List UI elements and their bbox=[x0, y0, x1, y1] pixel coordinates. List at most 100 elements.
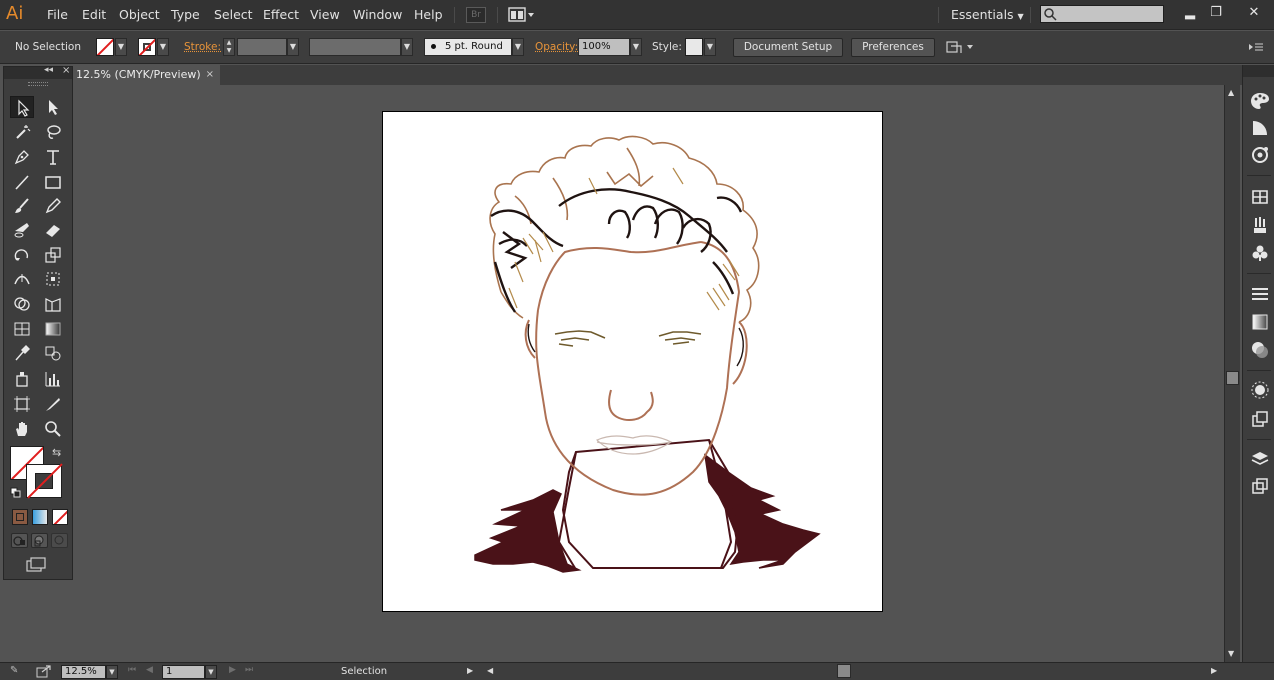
scroll-right-icon[interactable]: ▶ bbox=[1211, 666, 1217, 675]
chevron-down-icon[interactable]: ▼ bbox=[106, 665, 118, 679]
layers-icon[interactable] bbox=[1250, 449, 1270, 469]
chevron-down-icon[interactable]: ▼ bbox=[115, 38, 127, 56]
gradient-panel-icon[interactable] bbox=[1250, 312, 1270, 332]
slice-tool[interactable] bbox=[41, 393, 65, 415]
free-transform-tool[interactable] bbox=[41, 268, 65, 290]
chevron-down-icon[interactable]: ▼ bbox=[157, 38, 169, 56]
stroke-color-swatch[interactable] bbox=[138, 38, 156, 56]
menu-edit[interactable]: Edit bbox=[82, 7, 106, 22]
restore-button[interactable]: ❐ bbox=[1206, 4, 1226, 22]
panel-menu-icon[interactable] bbox=[1248, 41, 1264, 53]
horizontal-scrollbar[interactable]: ◀ ▶ bbox=[484, 664, 1222, 679]
graphic-style-swatch[interactable] bbox=[685, 38, 703, 56]
symbols-icon[interactable] bbox=[1250, 243, 1270, 263]
pencil-tool[interactable] bbox=[41, 195, 65, 217]
arrange-documents-icon[interactable] bbox=[508, 7, 536, 23]
artboard-number-field[interactable]: 1 bbox=[162, 665, 205, 679]
vertical-scroll-thumb[interactable] bbox=[1226, 371, 1239, 385]
selection-tool[interactable] bbox=[10, 96, 34, 118]
chevron-down-icon[interactable]: ▼ bbox=[512, 38, 524, 56]
status-menu-icon[interactable]: ▶ bbox=[467, 666, 473, 675]
menu-view[interactable]: View bbox=[310, 7, 340, 22]
gradient-tool[interactable] bbox=[41, 318, 65, 340]
artboards-panel-icon[interactable] bbox=[1250, 476, 1270, 496]
menu-help[interactable]: Help bbox=[414, 7, 443, 22]
paintbrush-tool[interactable] bbox=[10, 195, 34, 217]
color-mode-button[interactable] bbox=[12, 509, 28, 525]
chevron-down-icon[interactable]: ▼ bbox=[704, 38, 716, 56]
column-graph-tool[interactable] bbox=[41, 368, 65, 390]
variable-width-profile[interactable] bbox=[309, 38, 401, 56]
rectangle-tool[interactable] bbox=[41, 171, 65, 193]
color-guide-icon[interactable] bbox=[1250, 118, 1270, 138]
brushes-icon[interactable] bbox=[1250, 215, 1270, 235]
close-icon[interactable]: × bbox=[62, 65, 70, 76]
draw-normal-button[interactable] bbox=[11, 533, 28, 548]
default-fill-stroke-icon[interactable] bbox=[10, 487, 22, 499]
screen-mode-icon[interactable] bbox=[26, 557, 48, 573]
color-themes-icon[interactable] bbox=[1250, 145, 1270, 165]
scroll-down-icon[interactable]: ▼ bbox=[1228, 649, 1234, 658]
last-artboard-icon[interactable]: ⏭ bbox=[245, 665, 253, 675]
menu-effect[interactable]: Effect bbox=[263, 7, 299, 22]
vertical-scrollbar[interactable]: ▲ ▼ bbox=[1224, 85, 1240, 662]
pen-tool[interactable] bbox=[10, 146, 34, 168]
pencil-icon[interactable]: ✎ bbox=[10, 665, 18, 676]
first-artboard-icon[interactable]: ⏮ bbox=[128, 665, 136, 675]
chevron-down-icon[interactable]: ▼ bbox=[630, 38, 642, 56]
previous-artboard-icon[interactable]: ◀ bbox=[146, 665, 153, 675]
menu-select[interactable]: Select bbox=[214, 7, 253, 22]
scale-tool[interactable] bbox=[41, 244, 65, 266]
opacity-label[interactable]: Opacity: bbox=[535, 41, 578, 53]
zoom-tool[interactable] bbox=[41, 418, 65, 440]
menu-file[interactable]: File bbox=[47, 7, 68, 22]
width-tool[interactable] bbox=[10, 268, 34, 290]
scroll-left-icon[interactable]: ◀ bbox=[487, 666, 493, 675]
minimize-button[interactable]: ▂ bbox=[1180, 4, 1200, 22]
magic-wand-tool[interactable] bbox=[10, 121, 34, 143]
blob-brush-tool[interactable] bbox=[10, 219, 34, 241]
eraser-tool[interactable] bbox=[41, 219, 65, 241]
eyedropper-tool[interactable] bbox=[10, 342, 34, 364]
lasso-tool[interactable] bbox=[41, 121, 65, 143]
perspective-grid-tool[interactable] bbox=[41, 293, 65, 315]
opacity-field[interactable]: 100% bbox=[578, 38, 630, 56]
menu-object[interactable]: Object bbox=[119, 7, 160, 22]
stroke-swatch[interactable] bbox=[26, 464, 62, 498]
transparency-icon[interactable] bbox=[1250, 340, 1270, 360]
menu-type[interactable]: Type bbox=[171, 7, 200, 22]
rotate-tool[interactable] bbox=[10, 244, 34, 266]
dock-header[interactable] bbox=[1243, 65, 1274, 77]
mesh-tool[interactable] bbox=[10, 318, 34, 340]
swatches-icon[interactable] bbox=[1250, 187, 1270, 207]
share-icon[interactable] bbox=[36, 664, 52, 678]
artboard[interactable] bbox=[382, 111, 883, 612]
hand-tool[interactable] bbox=[10, 418, 34, 440]
stroke-label[interactable]: Stroke: bbox=[184, 41, 221, 53]
swap-fill-stroke-icon[interactable]: ⇆ bbox=[52, 447, 64, 459]
document-tab[interactable]: 12.5% (CMYK/Preview) × bbox=[74, 65, 220, 85]
tools-panel-grip[interactable] bbox=[28, 82, 48, 86]
brush-definition-select[interactable]: 5 pt. Round bbox=[424, 38, 512, 56]
workspace-switcher[interactable]: Essentials ▼ bbox=[951, 7, 1024, 22]
preferences-button[interactable]: Preferences bbox=[851, 38, 935, 57]
next-artboard-icon[interactable]: ▶ bbox=[229, 665, 236, 675]
stroke-weight-stepper[interactable]: ▲ ▼ bbox=[223, 38, 235, 56]
none-mode-button[interactable] bbox=[52, 509, 68, 525]
tools-panel-header[interactable]: ◂◂ × bbox=[4, 65, 72, 79]
horizontal-scroll-thumb[interactable] bbox=[837, 664, 851, 678]
type-tool[interactable] bbox=[41, 146, 65, 168]
graphic-styles-icon[interactable] bbox=[1250, 409, 1270, 429]
scroll-up-icon[interactable]: ▲ bbox=[1228, 88, 1234, 97]
close-button[interactable]: ✕ bbox=[1244, 4, 1264, 22]
shape-builder-tool[interactable] bbox=[10, 293, 34, 315]
canvas-area[interactable] bbox=[74, 85, 1224, 662]
collapse-icon[interactable]: ◂◂ bbox=[44, 65, 53, 75]
blend-tool[interactable] bbox=[41, 342, 65, 364]
arrange-icon[interactable] bbox=[945, 39, 975, 55]
direct-selection-tool[interactable] bbox=[41, 96, 65, 118]
symbol-sprayer-tool[interactable] bbox=[10, 368, 34, 390]
portrait-artwork[interactable] bbox=[383, 112, 882, 611]
chevron-down-icon[interactable]: ▼ bbox=[401, 38, 413, 56]
menu-window[interactable]: Window bbox=[353, 7, 402, 22]
